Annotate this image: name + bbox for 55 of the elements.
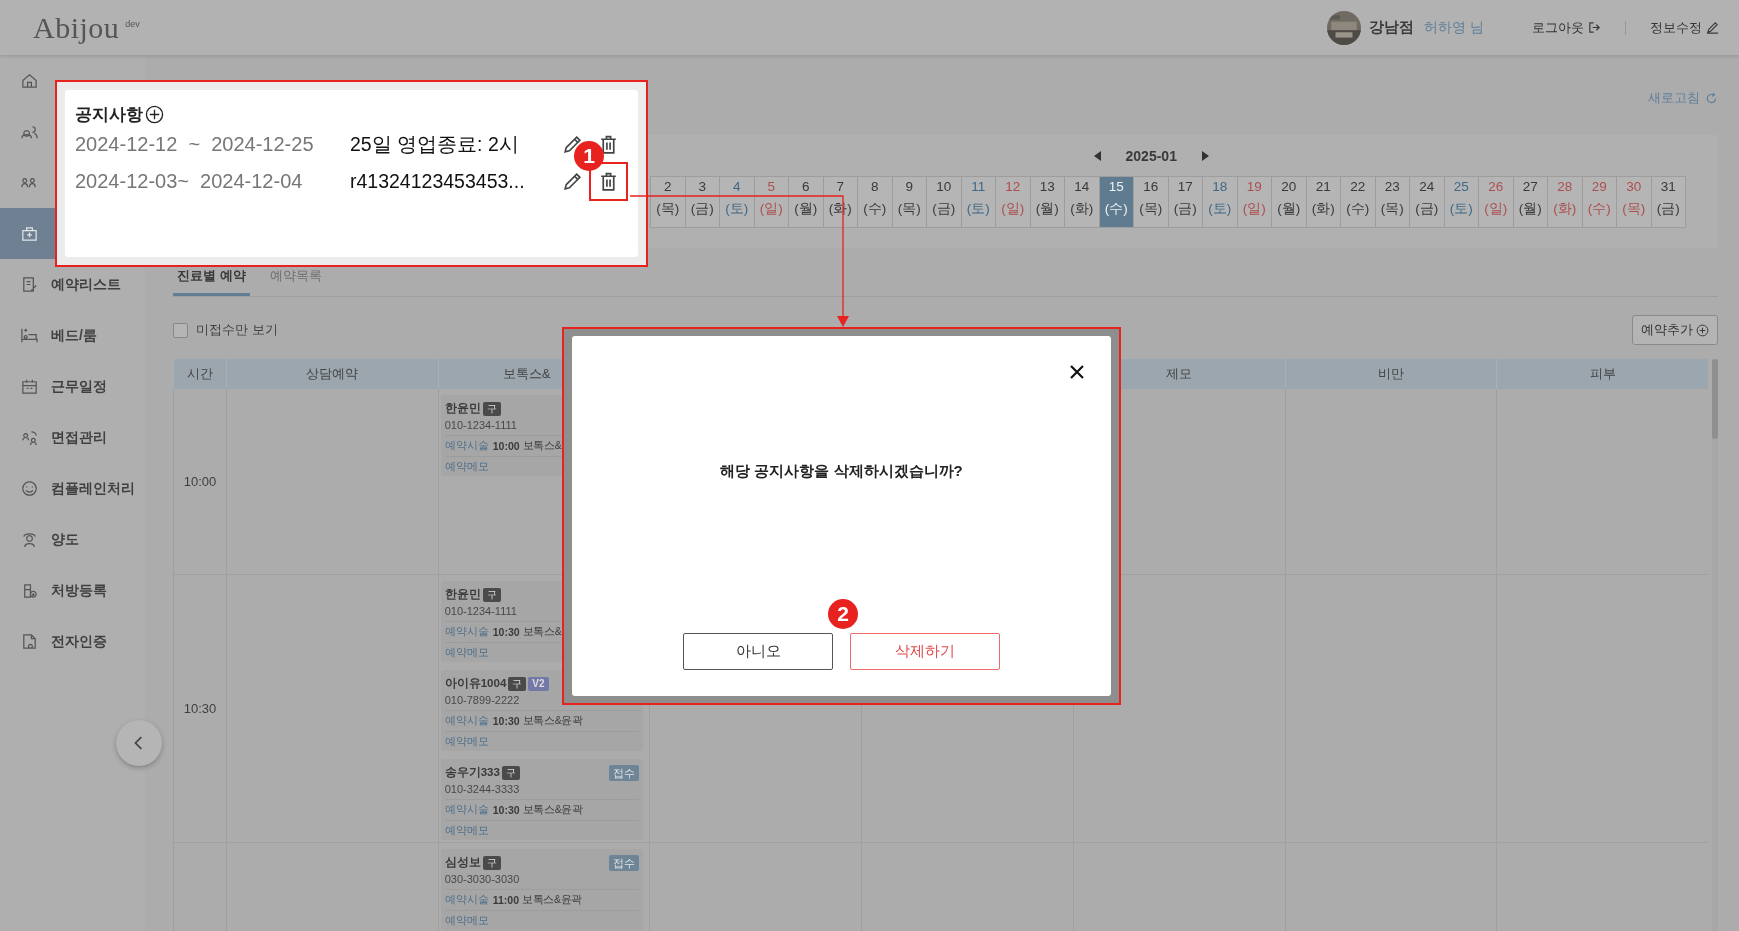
month-label: 2025-01: [1125, 148, 1177, 164]
procedure-label: 예약시술: [444, 803, 489, 817]
status-tag: 접수: [609, 854, 640, 871]
notice-title: 공지사항: [75, 103, 143, 126]
dialog-message: 해당 공지사항을 삭제하시겠습니까?: [720, 462, 963, 481]
environment-tag: dev: [125, 18, 140, 29]
notice-text: 25일 영업종료: 2시: [350, 132, 520, 157]
column-header: 비만: [1284, 359, 1497, 389]
phone-number: 010-1234-1111: [444, 418, 518, 433]
patient-name: 송우기333: [444, 765, 500, 780]
procedure-time: 10:00: [492, 440, 520, 452]
time-label: 10:30: [183, 701, 217, 716]
grade-tag: V2: [528, 676, 549, 691]
patient-name: 한윤민: [444, 401, 481, 416]
patient-name: 심성보: [444, 855, 481, 870]
memo-label: 예약메모: [444, 646, 489, 660]
notice-text: r41324123453453...: [350, 170, 526, 193]
procedure-label: 예약시술: [444, 439, 489, 453]
memo-label: 예약메모: [444, 735, 489, 749]
procedure-label: 예약시술: [444, 893, 489, 907]
procedure-time: 10:30: [492, 804, 520, 816]
procedure-time: 11:00: [492, 894, 519, 906]
procedure-name: 보톡스&: [522, 625, 562, 639]
memo-label: 예약메모: [444, 824, 489, 838]
phone-number: 010-3244-3333: [444, 782, 521, 797]
column-header: 상담예약: [226, 359, 438, 389]
patient-tag: 구: [482, 587, 501, 602]
memo-label: 예약메모: [444, 460, 489, 474]
memo-label: 예약메모: [444, 914, 489, 928]
patient-name: 한윤민: [444, 587, 481, 602]
patient-tag: 구: [482, 855, 501, 870]
branch-name: 강남점: [1369, 18, 1415, 37]
procedure-time: 10:30: [492, 715, 520, 727]
phone-number: 010-7899-2222: [444, 693, 521, 708]
patient-tag: 구: [508, 676, 527, 691]
phone-number: 010-1234-1111: [444, 604, 518, 619]
user-name: 허하영 님: [1424, 18, 1484, 37]
phone-number: 030-3030-3030: [444, 872, 521, 887]
date-range: 2024-12-03~ 2024-12-04: [75, 170, 304, 193]
patient-name: 아이유1004: [444, 676, 507, 691]
status-tag: 접수: [609, 764, 640, 781]
procedure-time: 10:30: [492, 626, 520, 638]
patient-tag: 구: [501, 765, 520, 780]
procedure-label: 예약시술: [444, 625, 489, 639]
time-label: 10:00: [183, 474, 217, 489]
date-range: 2024-12-12 ~ 2024-12-25: [75, 133, 315, 156]
procedure-label: 예약시술: [444, 714, 489, 728]
column-header: 시간: [173, 359, 226, 389]
procedure-name: 보톡스&: [522, 439, 562, 453]
column-header: 피부: [1496, 359, 1708, 389]
procedure-name: 보톡스&윤곽: [522, 714, 583, 728]
checkbox-label: 미접수만 보기: [196, 321, 278, 339]
procedure-name: 보톡스&윤곽: [522, 803, 583, 817]
patient-tag: 구: [482, 401, 501, 416]
procedure-name: 보톡스&윤곽: [522, 893, 583, 907]
